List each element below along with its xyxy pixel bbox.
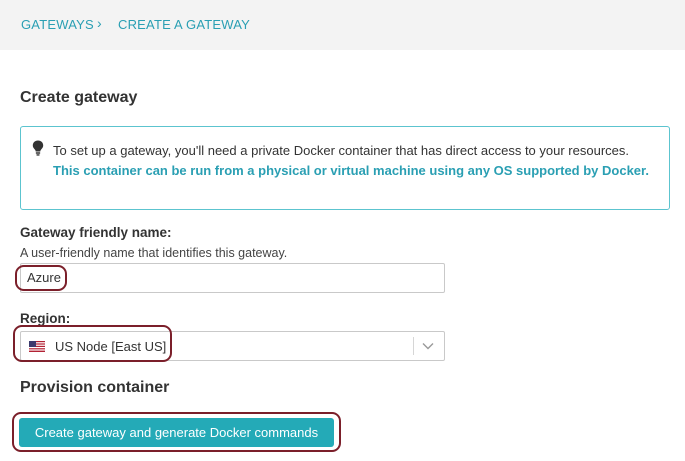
info-text-accent: This container can be run from a physica… <box>53 163 649 178</box>
highlight-name-annotation <box>15 265 67 291</box>
lightbulb-icon <box>32 140 44 156</box>
provision-section-title: Provision container <box>20 379 170 396</box>
gateway-name-help: A user-friendly name that identifies thi… <box>20 246 288 260</box>
highlight-region-annotation <box>13 325 172 362</box>
breadcrumb-create-gateway[interactable]: CREATE A GATEWAY <box>118 17 250 32</box>
page-title: Create gateway <box>20 89 138 106</box>
top-bar: GATEWAYS › CREATE A GATEWAY <box>0 0 685 50</box>
highlight-button-annotation <box>12 412 341 452</box>
breadcrumb-gateways-link[interactable]: GATEWAYS <box>21 17 94 32</box>
info-message: To set up a gateway, you'll need a priva… <box>53 141 658 181</box>
info-text-plain: To set up a gateway, you'll need a priva… <box>53 143 629 158</box>
breadcrumb-separator: › <box>97 15 102 31</box>
gateway-name-input[interactable]: Azure <box>20 263 445 293</box>
gateway-name-label: Gateway friendly name: <box>20 225 172 240</box>
region-label: Region: <box>20 311 71 326</box>
chevron-down-icon[interactable] <box>422 341 434 351</box>
info-callout: To set up a gateway, you'll need a priva… <box>20 126 670 210</box>
select-divider <box>413 337 414 355</box>
